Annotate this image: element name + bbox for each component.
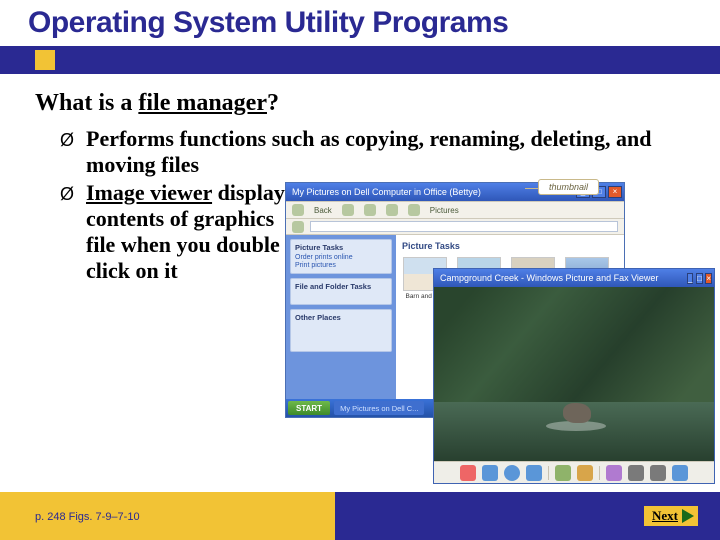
card-title: File and Folder Tasks	[295, 282, 387, 291]
bullet-marker-icon: Ø	[60, 126, 86, 154]
accent-square	[35, 50, 55, 70]
win2-titlebar: Campground Creek - Windows Picture and F…	[434, 269, 714, 287]
print-icon[interactable]	[628, 465, 644, 481]
zoom-icon[interactable]	[606, 465, 622, 481]
content-heading: Picture Tasks	[402, 241, 618, 251]
next-button[interactable]: Next	[644, 506, 698, 526]
side-card: Picture Tasks Order prints online Print …	[290, 239, 392, 274]
taskbar-item[interactable]: My Pictures on Dell C...	[334, 401, 424, 415]
win1-title: My Pictures on Dell Computer in Office (…	[292, 187, 481, 197]
toolbar-menu: Pictures	[430, 206, 459, 215]
close-icon[interactable]: ×	[608, 186, 622, 198]
side-card: Other Places	[290, 309, 392, 352]
question-prefix: What is a	[35, 90, 138, 116]
card-title: Other Places	[295, 313, 387, 322]
card-item[interactable]: Order prints online	[295, 254, 387, 261]
card-item[interactable]: Print pictures	[295, 262, 387, 269]
bullet-item: Ø Performs functions such as copying, re…	[60, 126, 680, 178]
search-icon[interactable]	[386, 204, 398, 216]
slideshow-icon[interactable]	[504, 465, 520, 481]
rotate-right-icon[interactable]	[577, 465, 593, 481]
bullet-marker-icon: Ø	[60, 180, 86, 208]
separator	[548, 466, 549, 480]
next-label: Next	[652, 508, 678, 524]
footer: p. 248 Figs. 7-9–7-10 Next	[0, 492, 720, 540]
card-item[interactable]	[295, 293, 387, 300]
win2-title: Campground Creek - Windows Picture and F…	[440, 273, 658, 283]
viewer-image	[434, 287, 714, 461]
question-term: file manager	[138, 90, 267, 116]
win1-sidepanel: Picture Tasks Order prints online Print …	[286, 235, 396, 399]
bullet-text: Image viewer displays contents of graphi…	[86, 180, 296, 284]
slide-title: Operating System Utility Programs	[28, 6, 508, 40]
start-button[interactable]: START	[288, 401, 330, 415]
win1-toolbar: Back Pictures	[286, 201, 624, 219]
card-item[interactable]	[295, 324, 387, 331]
bullet-text: Performs functions such as copying, rena…	[86, 126, 680, 178]
screenshots-area: My Pictures on Dell Computer in Office (…	[285, 182, 715, 462]
separator	[599, 466, 600, 480]
question-suffix: ?	[267, 90, 279, 116]
next-icon[interactable]	[526, 465, 542, 481]
callout-label: thumbnail	[538, 179, 599, 195]
viewer-toolbar	[434, 461, 714, 483]
header-bar	[0, 46, 720, 74]
save-icon[interactable]	[650, 465, 666, 481]
close-icon[interactable]: ×	[705, 273, 712, 284]
minimize-icon[interactable]: _	[687, 273, 693, 284]
page-ref: p. 248 Figs. 7-9–7-10	[35, 511, 140, 524]
up-icon[interactable]	[364, 204, 376, 216]
prev-icon[interactable]	[482, 465, 498, 481]
card-item[interactable]	[295, 340, 387, 347]
folders-icon[interactable]	[408, 204, 420, 216]
rotate-left-icon[interactable]	[555, 465, 571, 481]
card-title: Picture Tasks	[295, 243, 387, 252]
addr-icon	[292, 221, 304, 233]
address-input[interactable]	[310, 221, 618, 232]
question-line: What is a file manager?	[35, 90, 279, 117]
help-icon[interactable]	[672, 465, 688, 481]
arrow-right-icon	[682, 509, 694, 523]
delete-icon[interactable]	[460, 465, 476, 481]
image-viewer-window: Campground Creek - Windows Picture and F…	[433, 268, 715, 484]
back-label: Back	[314, 206, 332, 215]
back-icon[interactable]	[292, 204, 304, 216]
side-card: File and Folder Tasks	[290, 278, 392, 305]
win1-addressbar	[286, 219, 624, 235]
card-item[interactable]	[295, 332, 387, 339]
forward-icon[interactable]	[342, 204, 354, 216]
bullet-key: Image viewer	[86, 180, 212, 205]
maximize-icon[interactable]: □	[696, 273, 703, 284]
